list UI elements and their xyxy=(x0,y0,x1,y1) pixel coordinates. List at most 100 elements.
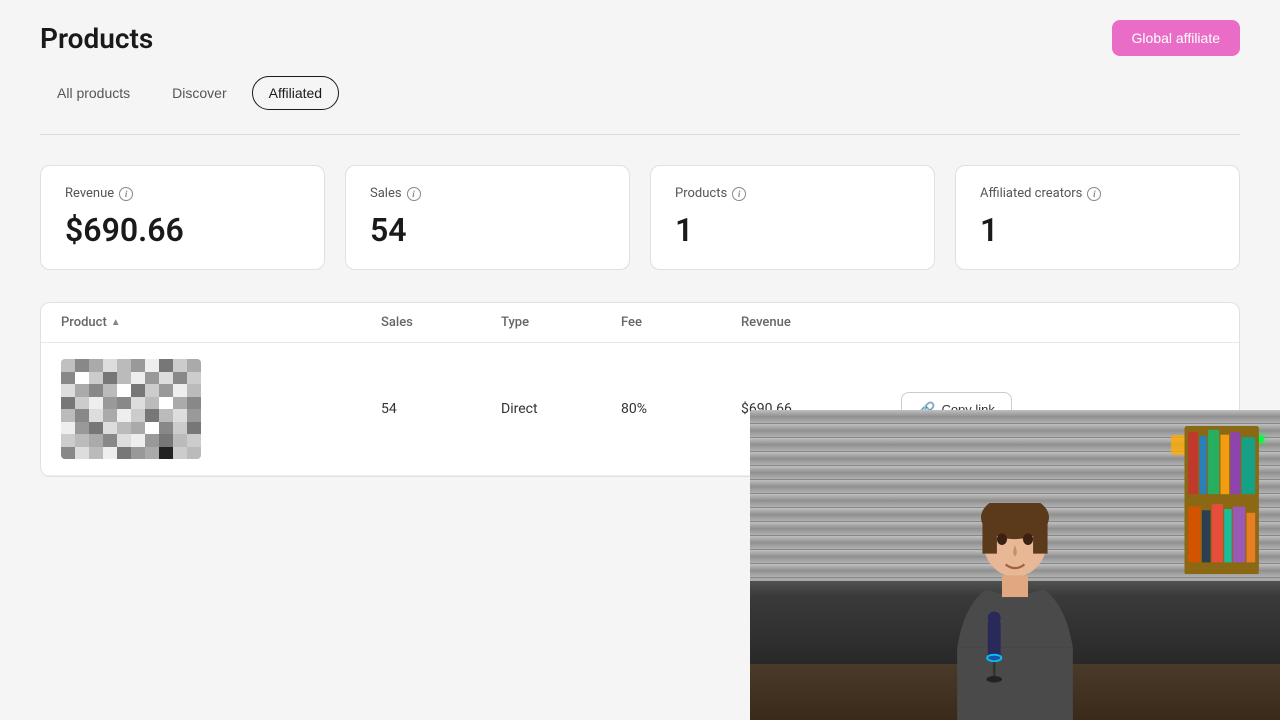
pixel-cell xyxy=(61,409,75,422)
stat-card-revenue: Revenue i $690.66 xyxy=(40,165,325,270)
stat-card-sales: Sales i 54 xyxy=(345,165,630,270)
pixel-cell xyxy=(117,397,131,410)
pixel-cell xyxy=(173,422,187,435)
pixel-cell xyxy=(103,434,117,447)
pixel-cell xyxy=(89,434,103,447)
table-header: Product ▲ Sales Type Fee Revenue xyxy=(41,303,1239,343)
pixel-cell xyxy=(117,359,131,372)
pixel-cell xyxy=(187,447,201,460)
pixel-cell xyxy=(117,372,131,385)
pixel-cell xyxy=(145,359,159,372)
pixel-cell xyxy=(159,422,173,435)
pixel-cell xyxy=(61,384,75,397)
pixel-cell xyxy=(131,422,145,435)
cell-sales: 54 xyxy=(381,401,501,417)
pixel-cell xyxy=(187,359,201,372)
pixel-cell xyxy=(187,422,201,435)
col-header-product: Product ▲ xyxy=(61,315,381,330)
pixel-cell xyxy=(75,384,89,397)
stat-value-products: 1 xyxy=(675,211,910,249)
col-header-revenue: Revenue xyxy=(741,315,901,330)
person-silhouette xyxy=(896,503,1135,720)
tab-affiliated[interactable]: Affiliated xyxy=(252,76,339,110)
products-info-icon[interactable]: i xyxy=(732,187,746,201)
pixel-cell xyxy=(61,397,75,410)
pixel-cell xyxy=(145,397,159,410)
stat-label-products: Products i xyxy=(675,186,910,201)
pixel-cell xyxy=(131,434,145,447)
pixel-cell xyxy=(89,397,103,410)
pixel-cell xyxy=(103,384,117,397)
pixel-cell xyxy=(131,359,145,372)
pixel-cell xyxy=(173,434,187,447)
pixel-cell xyxy=(61,372,75,385)
stats-row: Revenue i $690.66 Sales i 54 Products i … xyxy=(40,165,1240,270)
pixel-cell xyxy=(89,409,103,422)
pixel-cell xyxy=(145,409,159,422)
page-title: Products xyxy=(40,22,153,55)
pixel-cell xyxy=(131,409,145,422)
pixel-cell xyxy=(173,397,187,410)
revenue-info-icon[interactable]: i xyxy=(119,187,133,201)
pixel-cell xyxy=(61,422,75,435)
pixel-cell xyxy=(117,434,131,447)
pixel-cell xyxy=(89,372,103,385)
pixel-cell xyxy=(103,359,117,372)
stat-card-products: Products i 1 xyxy=(650,165,935,270)
pixel-cell xyxy=(131,372,145,385)
header: Products Global affiliate xyxy=(40,20,1240,56)
pixel-cell xyxy=(145,447,159,460)
pixel-cell xyxy=(173,359,187,372)
col-header-fee: Fee xyxy=(621,315,741,330)
affiliated-creators-info-icon[interactable]: i xyxy=(1087,187,1101,201)
microphone xyxy=(973,605,1015,683)
pixel-cell xyxy=(131,384,145,397)
col-header-type: Type xyxy=(501,315,621,330)
stat-label-sales: Sales i xyxy=(370,186,605,201)
sales-info-icon[interactable]: i xyxy=(407,187,421,201)
product-cell xyxy=(61,359,381,459)
tab-all-products[interactable]: All products xyxy=(40,76,147,110)
pixel-cell xyxy=(159,434,173,447)
pixel-cell xyxy=(131,397,145,410)
pixel-cell xyxy=(75,422,89,435)
pixel-cell xyxy=(145,434,159,447)
tab-divider xyxy=(40,134,1240,135)
pixel-cell xyxy=(89,422,103,435)
pixel-cell xyxy=(75,397,89,410)
global-affiliate-button[interactable]: Global affiliate xyxy=(1112,20,1240,56)
page-container: Products Global affiliate All products D… xyxy=(0,0,1280,720)
tab-discover[interactable]: Discover xyxy=(155,76,243,110)
webcam-overlay xyxy=(750,410,1280,720)
pixel-cell xyxy=(61,359,75,372)
col-header-actions xyxy=(901,315,1219,330)
stat-value-revenue: $690.66 xyxy=(65,211,300,249)
sort-arrow-product[interactable]: ▲ xyxy=(111,317,121,328)
pixel-cell xyxy=(145,422,159,435)
pixel-cell xyxy=(159,372,173,385)
pixel-cell xyxy=(117,384,131,397)
pixel-cell xyxy=(61,447,75,460)
pixel-cell xyxy=(117,447,131,460)
pixel-cell xyxy=(89,447,103,460)
stat-value-sales: 54 xyxy=(370,211,605,249)
pixel-cell xyxy=(159,447,173,460)
cell-type: Direct xyxy=(501,401,621,417)
pixel-cell xyxy=(103,372,117,385)
pixel-grid xyxy=(61,359,201,459)
pixel-cell xyxy=(173,447,187,460)
pixel-cell xyxy=(89,384,103,397)
pixel-cell xyxy=(173,409,187,422)
pixel-cell xyxy=(103,397,117,410)
webcam-scene xyxy=(750,410,1280,720)
pixel-cell xyxy=(159,409,173,422)
pixel-cell xyxy=(61,434,75,447)
cell-fee: 80% xyxy=(621,401,741,417)
pixel-cell xyxy=(173,372,187,385)
bookshelf xyxy=(1174,426,1269,575)
stat-label-affiliated-creators: Affiliated creators i xyxy=(980,186,1215,201)
pixel-cell xyxy=(103,422,117,435)
pixel-cell xyxy=(117,409,131,422)
tabs-container: All products Discover Affiliated xyxy=(40,76,1240,110)
pixel-cell xyxy=(103,409,117,422)
